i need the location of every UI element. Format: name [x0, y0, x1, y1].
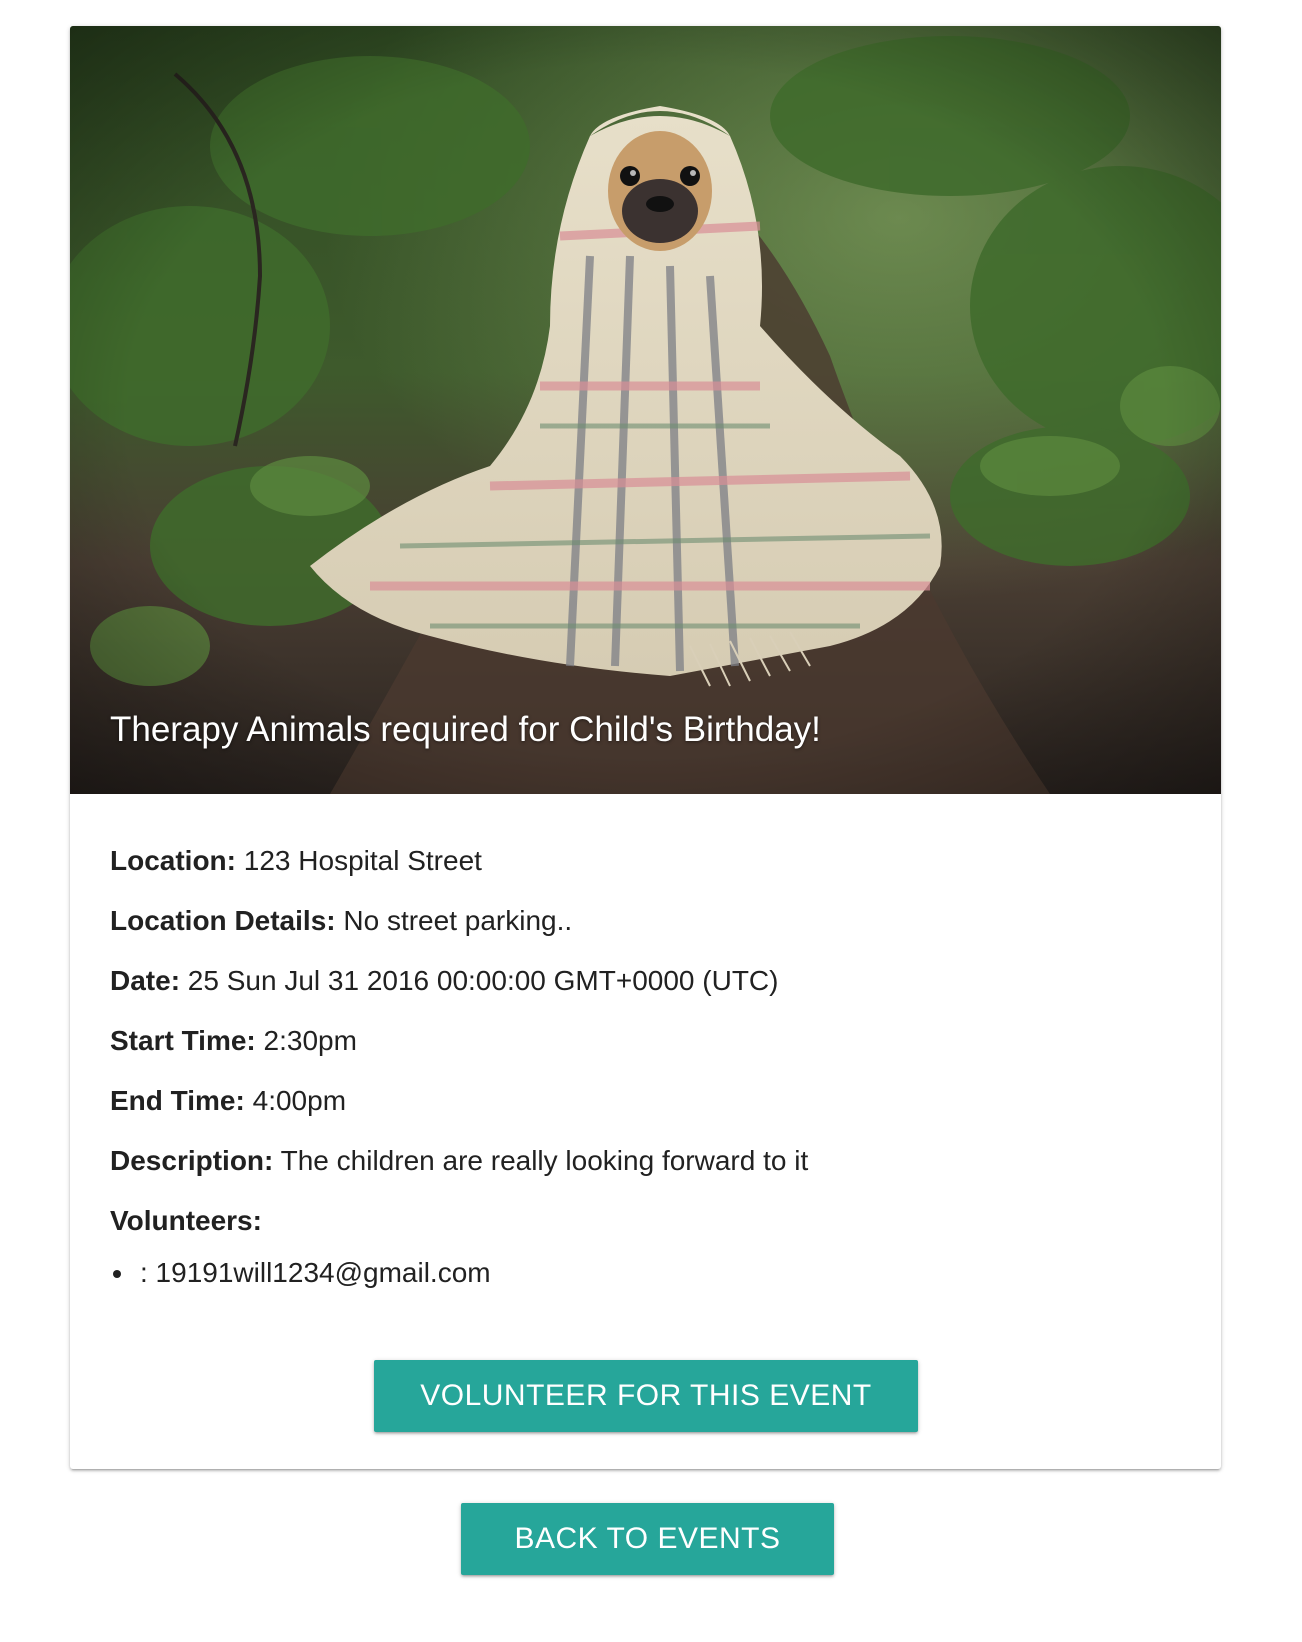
event-card: Therapy Animals required for Child's Bir… — [70, 26, 1221, 1469]
location-details-value: No street parking.. — [335, 905, 573, 936]
end-time-row: End Time: 4:00pm — [110, 1084, 1181, 1117]
description-label: Description: — [110, 1145, 274, 1176]
date-row: Date: 25 Sun Jul 31 2016 00:00:00 GMT+00… — [110, 964, 1181, 997]
description-value: The children are really looking forward … — [273, 1145, 809, 1176]
event-image: Therapy Animals required for Child's Bir… — [70, 26, 1221, 794]
date-label: Date: — [110, 965, 181, 996]
event-photo — [70, 26, 1221, 794]
event-details: Location: 123 Hospital Street Location D… — [70, 794, 1221, 1289]
volunteer-item: : 19191will1234@gmail.com — [113, 1256, 1181, 1289]
location-details-label: Location Details: — [110, 905, 336, 936]
back-to-events-button[interactable]: BACK TO EVENTS — [461, 1503, 834, 1575]
date-value: 25 Sun Jul 31 2016 00:00:00 GMT+0000 (UT… — [180, 965, 779, 996]
volunteers-heading: Volunteers: — [110, 1204, 1181, 1237]
volunteer-list: : 19191will1234@gmail.com — [110, 1256, 1181, 1289]
location-value: 123 Hospital Street — [236, 845, 482, 876]
end-time-value: 4:00pm — [244, 1085, 347, 1116]
start-time-row: Start Time: 2:30pm — [110, 1024, 1181, 1057]
volunteer-button[interactable]: VOLUNTEER FOR THIS EVENT — [374, 1360, 918, 1432]
location-row: Location: 123 Hospital Street — [110, 844, 1181, 877]
event-title: Therapy Animals required for Child's Bir… — [110, 710, 821, 749]
location-label: Location: — [110, 845, 236, 876]
description-row: Description: The children are really loo… — [110, 1144, 1181, 1177]
volunteers-label: Volunteers: — [110, 1205, 262, 1236]
start-time-label: Start Time: — [110, 1025, 256, 1056]
location-details-row: Location Details: No street parking.. — [110, 904, 1181, 937]
start-time-value: 2:30pm — [255, 1025, 357, 1056]
end-time-label: End Time: — [110, 1085, 245, 1116]
